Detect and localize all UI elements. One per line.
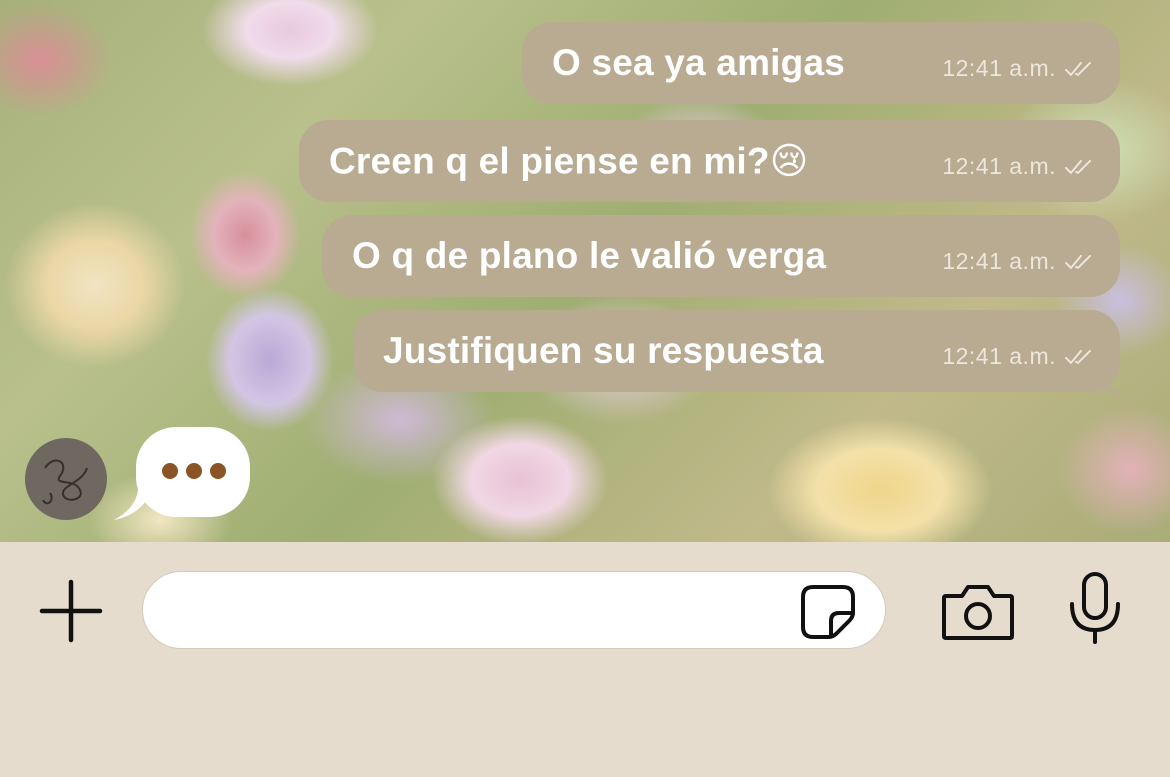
microphone-icon[interactable] — [1066, 570, 1124, 646]
message-text: O sea ya amigas — [552, 42, 846, 83]
double-check-icon — [1065, 254, 1091, 269]
outgoing-message[interactable]: O q de plano le valió verga 12:41 a.m. — [322, 215, 1120, 297]
message-input-field[interactable] — [142, 571, 886, 650]
typing-dot — [210, 463, 226, 479]
message-time: 12:41 a.m. — [942, 152, 1056, 179]
outgoing-message[interactable]: O sea ya amigas 12:41 a.m. — [522, 22, 1120, 104]
sticker-icon[interactable] — [799, 583, 857, 641]
outgoing-message[interactable]: Justifiquen su respuesta 12:41 a.m. — [353, 310, 1130, 396]
message-meta: 12:41 a.m. — [942, 55, 1094, 82]
message-meta: 12:41 a.m. — [942, 343, 1094, 370]
typing-dot — [186, 463, 202, 479]
contact-avatar[interactable] — [25, 438, 107, 520]
camera-icon[interactable] — [940, 582, 1016, 642]
message-text: O q de plano le valió verga — [352, 235, 827, 276]
message-input[interactable] — [169, 572, 793, 650]
message-time: 12:41 a.m. — [942, 54, 1056, 81]
avatar-scribble-icon — [42, 459, 88, 505]
plus-icon[interactable] — [38, 578, 104, 644]
message-text: Justifiquen su respuesta — [383, 330, 824, 371]
typing-indicator-bubble — [136, 427, 250, 517]
message-meta: 12:41 a.m. — [942, 248, 1094, 275]
message-time: 12:41 a.m. — [942, 247, 1056, 274]
typing-dot — [162, 463, 178, 479]
double-check-icon — [1065, 159, 1091, 174]
outgoing-message[interactable]: Creen q el piense en mi?😢 12:41 a.m. — [299, 120, 1120, 202]
message-composer — [0, 542, 1170, 777]
message-meta: 12:41 a.m. — [942, 153, 1094, 180]
bubble-tail — [1100, 370, 1130, 396]
double-check-icon — [1065, 61, 1091, 76]
double-check-icon — [1065, 349, 1091, 364]
chat-background: O sea ya amigas 12:41 a.m. Creen q el pi… — [0, 0, 1170, 542]
message-text: Creen q el piense en mi?😢 — [329, 140, 809, 182]
message-time: 12:41 a.m. — [942, 342, 1056, 369]
